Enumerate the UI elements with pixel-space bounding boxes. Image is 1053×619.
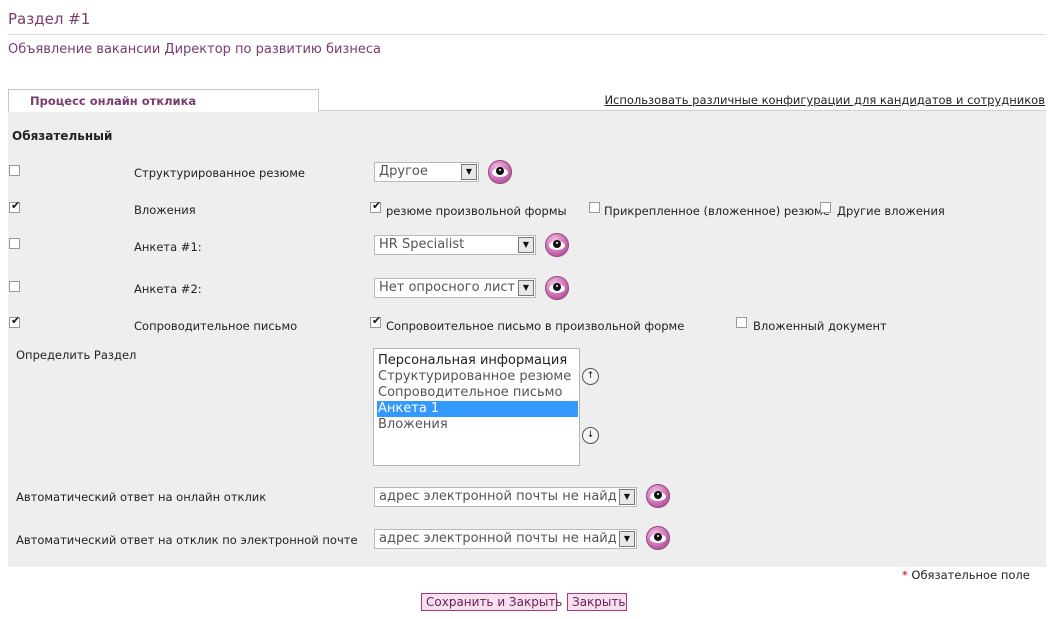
eye-icon[interactable] xyxy=(488,160,512,184)
free-form-resume-checkbox[interactable]: ✔ xyxy=(370,199,382,213)
auto-reply-email-label: Автоматический ответ на отклик по электр… xyxy=(16,533,358,547)
config-link[interactable]: Использовать различные конфигурации для … xyxy=(604,93,1045,107)
dropdown-arrow-icon: ▼ xyxy=(619,531,635,547)
structured-resume-select[interactable]: Другое ▼ xyxy=(374,162,479,182)
questionnaire2-select[interactable]: Нет опросного листа ▼ xyxy=(374,278,536,298)
structured-resume-label: Структурированное резюме xyxy=(134,166,305,180)
questionnaire1-checkbox[interactable] xyxy=(9,238,20,249)
eye-icon[interactable] xyxy=(545,233,569,257)
attached-resume-checkbox[interactable] xyxy=(589,202,600,213)
checkmark-icon: ✔ xyxy=(11,314,21,327)
free-form-resume-label: резюме произвольной формы xyxy=(386,204,567,218)
required-field-note: * Обязательное поле xyxy=(902,568,1030,582)
checkmark-icon: ✔ xyxy=(372,199,382,212)
move-down-icon[interactable]: ↓ xyxy=(582,427,599,444)
required-note-text: Обязательное поле xyxy=(911,568,1030,582)
dropdown-arrow-icon: ▼ xyxy=(518,237,534,253)
eye-icon[interactable] xyxy=(545,276,569,300)
dropdown-arrow-icon: ▼ xyxy=(619,489,635,505)
list-item[interactable]: Сопроводительное письмо xyxy=(377,385,578,401)
questionnaire1-select[interactable]: HR Specialist ▼ xyxy=(374,235,536,255)
questionnaire2-checkbox[interactable] xyxy=(9,281,20,292)
checkmark-icon: ✔ xyxy=(372,314,382,327)
dropdown-arrow-icon: ▼ xyxy=(461,164,477,180)
attached-document-label: Вложенный документ xyxy=(753,319,887,333)
checkmark-icon: ✔ xyxy=(11,199,21,212)
free-form-cover-letter-checkbox[interactable]: ✔ xyxy=(370,314,382,328)
list-item[interactable]: Персональная информация xyxy=(377,353,578,369)
list-item-selected[interactable]: Анкета 1 xyxy=(377,401,578,417)
section-order-list[interactable]: Персональная информация Структурированно… xyxy=(373,348,580,466)
dropdown-arrow-icon: ▼ xyxy=(518,280,534,296)
auto-reply-online-label: Автоматический ответ на онлайн отклик xyxy=(16,490,267,504)
attached-document-checkbox[interactable] xyxy=(736,317,747,328)
page-subtitle: Объявление вакансии Директор по развитию… xyxy=(8,42,381,57)
required-header: Обязательный xyxy=(12,129,113,143)
other-attachments-checkbox[interactable] xyxy=(820,202,831,213)
list-item[interactable]: Структурированное резюме xyxy=(377,369,578,385)
move-up-icon[interactable]: ↑ xyxy=(582,368,599,385)
save-close-button[interactable]: Сохранить и Закрыть xyxy=(421,593,562,611)
questionnaire1-select-value: HR Specialist xyxy=(379,237,465,252)
auto-reply-online-select[interactable]: адрес электронной почты не найден ▼ xyxy=(374,487,637,507)
questionnaire1-label: Анкета #1: xyxy=(134,240,202,254)
attached-resume-label: Прикрепленное (вложенное) резюме xyxy=(604,204,830,218)
cover-letter-label: Сопроводительное письмо xyxy=(134,319,298,333)
attachments-label: Вложения xyxy=(134,203,196,217)
questionnaire2-select-value: Нет опросного листа xyxy=(379,280,515,295)
structured-resume-checkbox[interactable] xyxy=(9,165,20,176)
attachments-checkbox[interactable]: ✔ xyxy=(9,199,21,213)
required-star: * xyxy=(902,568,908,582)
cover-letter-checkbox[interactable]: ✔ xyxy=(9,314,21,328)
auto-reply-email-select[interactable]: адрес электронной почты не найден ▼ xyxy=(374,529,637,549)
list-item[interactable]: Вложения xyxy=(377,417,578,433)
tab-online-response-label: Процесс онлайн отклика xyxy=(30,94,197,108)
questionnaire2-label: Анкета #2: xyxy=(134,282,202,296)
define-section-label: Определить Раздел xyxy=(16,348,137,362)
structured-resume-select-value: Другое xyxy=(379,164,428,179)
auto-reply-email-value: адрес электронной почты не найден xyxy=(379,531,617,546)
eye-icon[interactable] xyxy=(646,526,670,550)
eye-icon[interactable] xyxy=(646,484,670,508)
close-button[interactable]: Закрыть xyxy=(567,593,627,611)
free-form-cover-letter-label: Сопровоительное письмо в произвольной фо… xyxy=(386,319,685,333)
other-attachments-label: Другие вложения xyxy=(837,204,945,218)
auto-reply-online-value: адрес электронной почты не найден xyxy=(379,489,617,504)
title-divider xyxy=(8,34,1046,35)
page-title: Раздел #1 xyxy=(8,10,91,28)
